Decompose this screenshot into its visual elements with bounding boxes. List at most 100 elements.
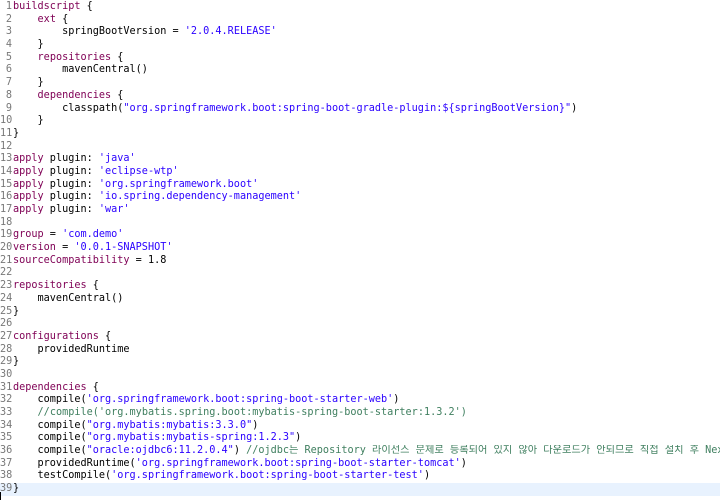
code-line[interactable]: 29} — [0, 356, 720, 369]
code-token: } — [13, 356, 20, 368]
code-token: compile( — [13, 445, 87, 457]
string-token: '0.0.1-SNAPSHOT' — [74, 242, 173, 254]
code-line[interactable]: 4 } — [0, 39, 720, 52]
code-line[interactable]: 10 } — [0, 115, 720, 128]
code-line[interactable]: 21 sourceCompatibility = 1.8 — [0, 255, 720, 268]
line-number: 22 — [0, 267, 13, 279]
code-text: compile('org.springframework.boot:spring… — [13, 394, 400, 407]
code-token: { — [55, 13, 69, 25]
code-token: ) — [460, 457, 467, 469]
code-line[interactable]: 14 apply plugin: 'eclipse-wtp' — [0, 166, 720, 179]
code-token: ) — [571, 102, 578, 114]
string-token: 'org.springframework.boot:spring-boot-st… — [135, 457, 461, 469]
code-token: classpath( — [13, 102, 124, 114]
code-line[interactable]: 26 — [0, 318, 720, 331]
code-line[interactable]: 19 group = 'com.demo' — [0, 229, 720, 242]
code-line[interactable]: 2 ext { — [0, 14, 720, 27]
line-number: 27 — [0, 330, 13, 342]
code-line[interactable]: 7 } — [0, 77, 720, 90]
code-text: springBootVersion = '2.0.4.RELEASE' — [13, 26, 277, 39]
keyword-token: buildscript — [13, 1, 81, 12]
code-line[interactable]: 28 providedRuntime — [0, 344, 720, 357]
code-text: compile("org.mybatis:mybatis:3.3.0") — [13, 419, 259, 433]
code-line[interactable]: 3 springBootVersion = '2.0.4.RELEASE' — [0, 26, 720, 39]
code-text: } — [13, 115, 44, 128]
code-line[interactable]: 20 version = '0.0.1-SNAPSHOT' — [0, 242, 720, 255]
code-line[interactable]: 32 compile('org.springframework.boot:spr… — [0, 394, 720, 407]
code-line[interactable]: 6 mavenCentral() — [0, 64, 720, 77]
code-text: } — [13, 128, 19, 141]
line-number: 21 — [0, 254, 13, 266]
line-number: 7 — [5, 77, 12, 89]
code-line[interactable]: 39} — [0, 483, 720, 496]
line-number: 14 — [0, 165, 13, 177]
code-text: classpath("org.springframework.boot:spri… — [13, 103, 577, 116]
code-line[interactable]: 22 — [0, 267, 720, 280]
code-text: dependencies { — [13, 382, 99, 395]
code-line[interactable]: 1 buildscript { — [0, 1, 720, 14]
line-number: 37 — [0, 457, 13, 469]
code-line[interactable]: 17 apply plugin: 'war' — [0, 204, 720, 217]
code-text: } — [13, 306, 19, 319]
code-line[interactable]: 11} — [0, 128, 720, 141]
line-number: 20 — [0, 242, 13, 254]
code-text: } — [13, 77, 44, 90]
code-token: providedRuntime — [13, 343, 130, 355]
code-text: apply plugin: 'war' — [13, 204, 130, 217]
code-line[interactable]: 33 //compile('org.mybatis.spring.boot:my… — [0, 407, 720, 420]
code-line[interactable]: 24 mavenCentral() — [0, 293, 720, 306]
code-text: mavenCentral() — [13, 293, 124, 306]
code-line[interactable]: 15 apply plugin: 'org.springframework.boo… — [0, 179, 720, 192]
code-line[interactable]: 25} — [0, 306, 720, 319]
code-line[interactable]: 16 apply plugin: 'io.spring.dependency-ma… — [0, 191, 720, 204]
line-number: 19 — [0, 229, 13, 241]
code-line[interactable]: 12 — [0, 141, 720, 154]
code-line[interactable]: 9 classpath("org.springframework.boot:sp… — [0, 103, 720, 116]
line-number: 1 — [5, 1, 12, 12]
code-line[interactable]: 23 repositories { — [0, 280, 720, 293]
code-line[interactable]: 38 testCompile('org.springframework.boot… — [0, 470, 720, 483]
keyword-token: apply — [13, 191, 44, 203]
code-token: { — [86, 381, 99, 393]
comment-token: //ojdbc는 Repository 라이선스 문제로 등록되어 있지 않아 … — [246, 445, 720, 457]
keyword-token: apply — [13, 204, 44, 215]
code-line[interactable]: 18 — [0, 217, 720, 230]
line-number: 18 — [0, 216, 13, 228]
line-number: 36 — [0, 445, 13, 457]
keyword-token: sourceCompatibility — [13, 254, 130, 266]
line-number: 11 — [0, 127, 13, 139]
code-line[interactable]: 37 providedRuntime('org.springframework.… — [0, 458, 720, 471]
code-text: dependencies { — [13, 90, 124, 103]
code-line[interactable]: 36 compile("oracle:ojdbc6:11.2.0.4") //o… — [0, 445, 720, 458]
text-caret — [0, 492, 1, 500]
code-text: providedRuntime('org.springframework.boo… — [13, 458, 467, 471]
code-line[interactable]: 5 repositories { — [0, 52, 720, 65]
keyword-token: ext — [37, 13, 56, 25]
code-line[interactable]: 35 compile("org.mybatis:mybatis-spring:1… — [0, 432, 720, 445]
line-number: 32 — [0, 394, 13, 406]
line-number: 10 — [0, 115, 13, 127]
string-token: 'com.demo' — [62, 229, 124, 241]
code-line[interactable]: 27 configurations { — [0, 331, 720, 344]
code-editor[interactable]: 1 buildscript {2 ext {3 springBootVersion… — [0, 0, 720, 500]
keyword-token: version — [13, 242, 56, 254]
code-text: apply plugin: 'eclipse-wtp' — [13, 166, 179, 179]
code-line[interactable]: 8 dependencies { — [0, 90, 720, 103]
code-token: providedRuntime( — [13, 457, 136, 469]
code-line[interactable]: 34 compile("org.mybatis:mybatis:3.3.0") — [0, 420, 720, 433]
code-token: } — [13, 115, 44, 127]
code-token: = — [43, 229, 63, 241]
code-line[interactable]: 31 dependencies { — [0, 382, 720, 395]
code-token: compile( — [13, 419, 87, 431]
code-line[interactable]: 30 — [0, 369, 720, 382]
code-line[interactable]: 13 apply plugin: 'java' — [0, 153, 720, 166]
code-text: buildscript { — [13, 1, 93, 14]
string-token: "org.mybatis:mybatis-spring:1.2.3" — [86, 432, 296, 444]
code-text: } — [13, 483, 19, 496]
code-text: //compile('org.mybatis.spring.boot:mybat… — [13, 407, 467, 420]
code-token: springBootVersion = — [13, 26, 185, 38]
code-token: ) — [252, 419, 259, 431]
